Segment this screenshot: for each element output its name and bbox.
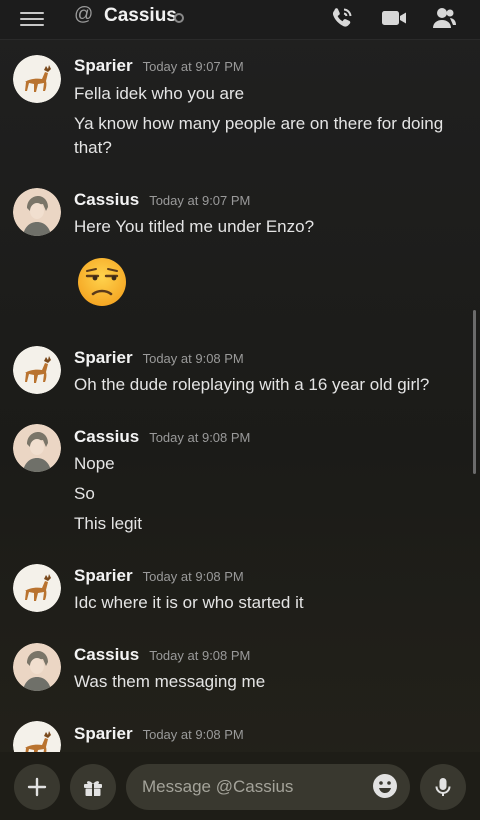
chat-scrollbar[interactable]	[473, 310, 476, 474]
message-composer	[0, 752, 480, 820]
message-input[interactable]	[126, 764, 410, 810]
voice-message-button[interactable]	[420, 764, 466, 810]
gift-icon	[84, 781, 102, 796]
add-attachment-button[interactable]	[14, 764, 60, 810]
message-author[interactable]: Sparier	[74, 724, 133, 744]
gift-button[interactable]	[70, 764, 116, 810]
message-group[interactable]: Sparier Today at 9:08 PM	[0, 0, 480, 752]
plus-icon	[27, 777, 47, 797]
message-timestamp: Today at 9:08 PM	[142, 727, 244, 742]
microphone-icon	[435, 778, 451, 796]
avatar-sparier[interactable]	[13, 721, 61, 752]
emoji-picker-icon[interactable]	[372, 773, 398, 799]
